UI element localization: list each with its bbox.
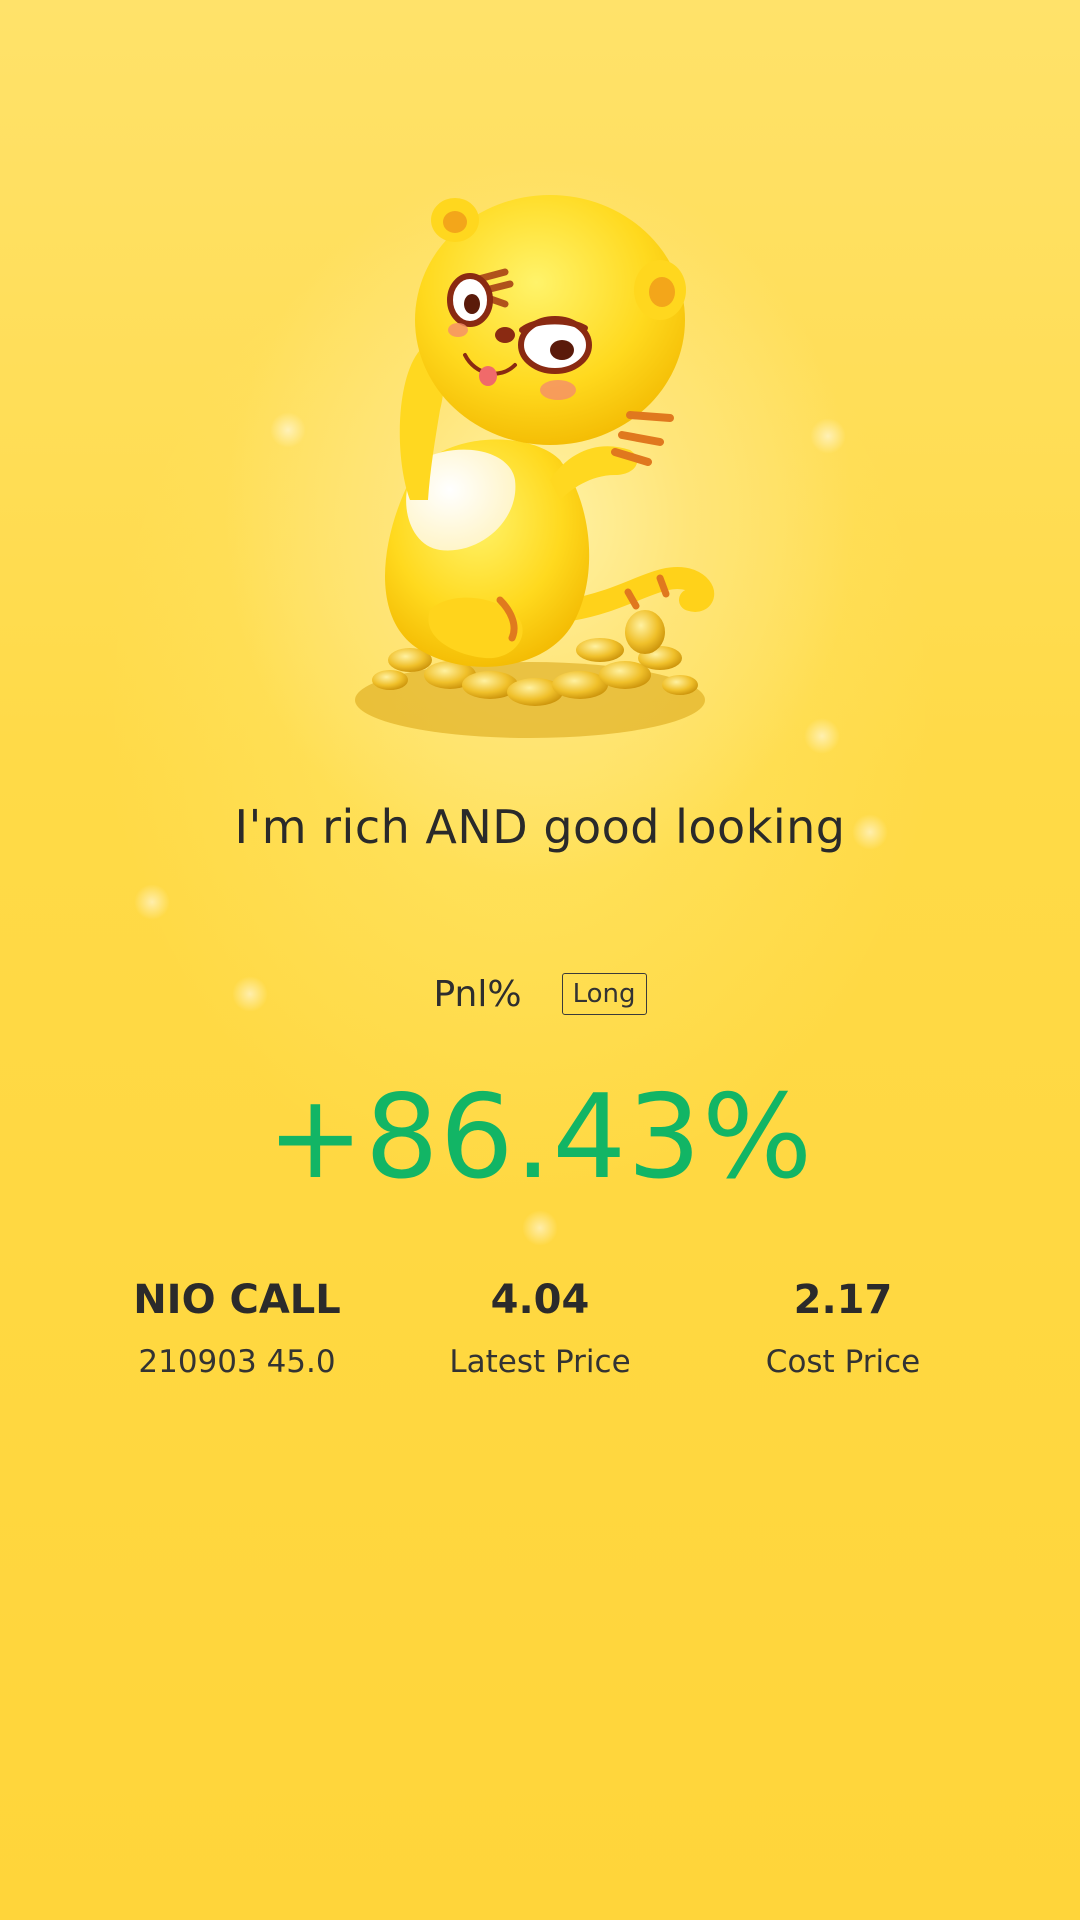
pnl-label: Pnl%	[433, 973, 522, 1015]
contract-details: 210903 45.0	[138, 1344, 336, 1380]
cost-price-value: 2.17	[793, 1277, 893, 1323]
headline: I'm rich AND good looking	[234, 800, 846, 854]
sparkle-decoration	[804, 718, 840, 754]
pnl-header: Pnl% Long	[0, 973, 1080, 1015]
sparkle-decoration	[810, 418, 846, 454]
stat-latest-price: 4.04 Latest Price	[380, 1270, 700, 1384]
latest-price-label: Latest Price	[449, 1344, 631, 1380]
latest-price-value: 4.04	[490, 1277, 590, 1323]
symbol-name: NIO CALL	[133, 1277, 341, 1323]
cost-price-label: Cost Price	[765, 1344, 921, 1380]
sparkle-decoration	[134, 884, 170, 920]
direction-badge: Long	[561, 973, 647, 1015]
tiger-mascot-on-coins-icon	[355, 195, 715, 738]
stat-cost-price: 2.17 Cost Price	[683, 1270, 1003, 1384]
stat-symbol: NIO CALL 210903 45.0	[77, 1270, 397, 1384]
sparkle-decoration	[522, 1210, 558, 1246]
pnl-percentage: +86.43%	[266, 1070, 814, 1205]
